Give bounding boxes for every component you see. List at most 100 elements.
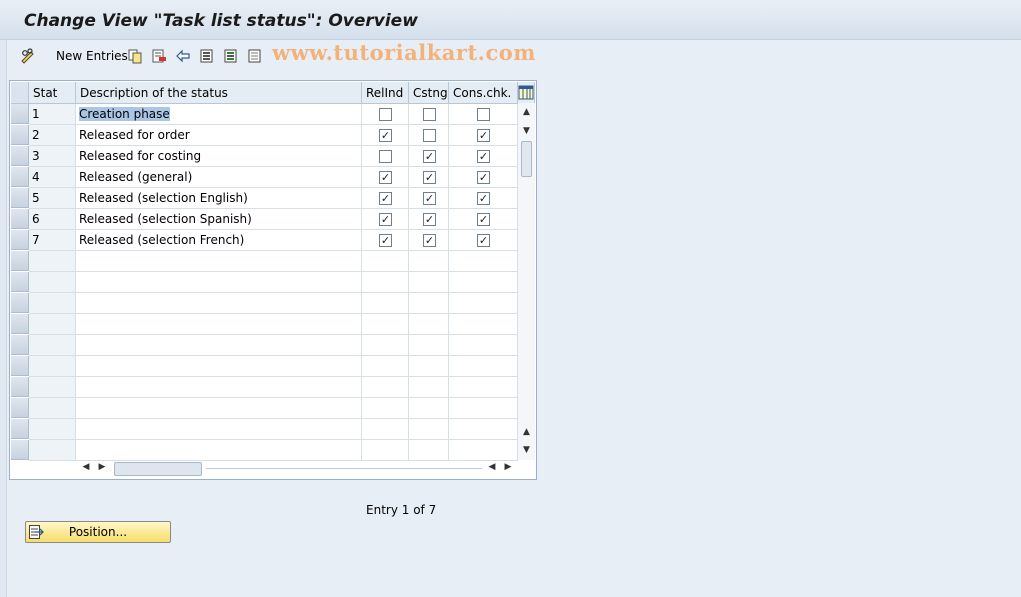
empty-cell — [76, 272, 362, 293]
cell-description[interactable]: Released for order — [76, 125, 362, 146]
position-button[interactable]: Position... — [25, 521, 171, 543]
scroll-up-bottom-icon[interactable]: ▲ — [518, 427, 535, 437]
conschk-checkbox[interactable]: ✓ — [477, 213, 490, 226]
relind-checkbox[interactable]: ✓ — [379, 171, 392, 184]
row-selector[interactable] — [11, 356, 29, 376]
column-header-relind[interactable]: RelInd — [362, 82, 409, 104]
description-text: Released (general) — [79, 170, 193, 184]
empty-cell — [449, 293, 518, 314]
row-selector[interactable] — [11, 209, 29, 229]
cstng-checkbox[interactable]: ✓ — [423, 171, 436, 184]
empty-cell — [29, 356, 76, 377]
row-selector[interactable] — [11, 188, 29, 208]
horizontal-scroll-thumb[interactable] — [114, 462, 202, 476]
new-entries-button[interactable]: New Entries — [56, 49, 128, 63]
empty-cell — [29, 251, 76, 272]
cstng-checkbox[interactable]: ✓ — [423, 234, 436, 247]
cell-stat: 3 — [29, 146, 76, 167]
cstng-checkbox[interactable]: ✓ — [423, 213, 436, 226]
empty-cell — [409, 251, 449, 272]
vertical-scroll-thumb[interactable] — [521, 141, 532, 177]
row-selector[interactable] — [11, 440, 29, 460]
row-selector[interactable] — [11, 125, 29, 145]
row-selector[interactable] — [11, 293, 29, 313]
conschk-checkbox[interactable]: ✓ — [477, 192, 490, 205]
page-title: Change View "Task list status": Overview — [24, 11, 418, 31]
scroll-right-icon[interactable]: ▶ — [96, 462, 108, 472]
empty-cell — [76, 335, 362, 356]
empty-cell — [449, 314, 518, 335]
column-header-stat[interactable]: Stat — [29, 82, 76, 104]
cstng-checkbox[interactable]: ✓ — [423, 150, 436, 163]
relind-checkbox[interactable]: ✓ — [379, 234, 392, 247]
conschk-checkbox[interactable]: ✓ — [477, 150, 490, 163]
conschk-checkbox[interactable] — [477, 108, 490, 121]
cell-stat: 2 — [29, 125, 76, 146]
conschk-checkbox[interactable]: ✓ — [477, 129, 490, 142]
cell-description[interactable]: Released for costing — [76, 146, 362, 167]
title-bar: Change View "Task list status": Overview — [0, 0, 1021, 40]
row-selector[interactable] — [11, 104, 29, 124]
cell-conschk — [449, 104, 518, 125]
relind-checkbox[interactable]: ✓ — [379, 192, 392, 205]
scroll-down-bottom-icon[interactable]: ▼ — [518, 445, 535, 455]
relind-checkbox[interactable] — [379, 150, 392, 163]
relind-checkbox[interactable]: ✓ — [379, 129, 392, 142]
empty-cell — [409, 419, 449, 440]
delete-icon[interactable] — [151, 48, 167, 64]
row-selector[interactable] — [11, 398, 29, 418]
conschk-checkbox[interactable]: ✓ — [477, 171, 490, 184]
column-header-conschk[interactable]: Cons.chk. — [449, 82, 518, 104]
relind-checkbox[interactable]: ✓ — [379, 213, 392, 226]
cell-description[interactable]: Creation phase — [76, 104, 362, 125]
pencil-glasses-icon[interactable] — [20, 48, 36, 64]
watermark: www.tutorialkart.com — [272, 40, 536, 65]
scroll-up-top-icon[interactable]: ▲ — [518, 107, 535, 117]
cell-cstng: ✓ — [409, 209, 449, 230]
column-header-cstng[interactable]: Cstng — [409, 82, 449, 104]
cstng-checkbox[interactable] — [423, 108, 436, 121]
empty-cell — [29, 272, 76, 293]
row-selector[interactable] — [11, 272, 29, 292]
scroll-left-end-icon[interactable]: ◀ — [486, 462, 498, 472]
cell-description[interactable]: Released (general) — [76, 167, 362, 188]
row-selector[interactable] — [11, 419, 29, 439]
undo-icon[interactable] — [175, 48, 191, 64]
left-edge — [0, 40, 7, 597]
empty-cell — [362, 398, 409, 419]
select-all-rows-button[interactable] — [11, 82, 29, 104]
cell-description[interactable]: Released (selection French) — [76, 230, 362, 251]
cell-conschk: ✓ — [449, 209, 518, 230]
select-all-icon[interactable] — [199, 48, 215, 64]
relind-checkbox[interactable] — [379, 108, 392, 121]
scroll-down-top-icon[interactable]: ▼ — [518, 126, 535, 136]
cell-relind: ✓ — [362, 167, 409, 188]
conschk-checkbox[interactable]: ✓ — [477, 234, 490, 247]
cell-description[interactable]: Released (selection Spanish) — [76, 209, 362, 230]
row-selector[interactable] — [11, 314, 29, 334]
row-selector[interactable] — [11, 335, 29, 355]
row-selector[interactable] — [11, 146, 29, 166]
cell-stat: 4 — [29, 167, 76, 188]
cell-relind: ✓ — [362, 188, 409, 209]
empty-cell — [362, 419, 409, 440]
table-settings-button[interactable] — [518, 82, 535, 104]
scroll-left-icon[interactable]: ◀ — [80, 462, 92, 472]
vertical-scrollbar[interactable]: ▲ ▼ ▲ ▼ — [518, 103, 535, 460]
deselect-all-icon[interactable] — [247, 48, 263, 64]
cell-conschk: ✓ — [449, 230, 518, 251]
cstng-checkbox[interactable] — [423, 129, 436, 142]
select-block-icon[interactable] — [223, 48, 239, 64]
row-selector[interactable] — [11, 377, 29, 397]
column-header-description[interactable]: Description of the status — [76, 82, 362, 104]
cstng-checkbox[interactable]: ✓ — [423, 192, 436, 205]
row-selector[interactable] — [11, 251, 29, 271]
empty-cell — [449, 440, 518, 461]
horizontal-scrollbar[interactable]: ◀ ▶ ◀ ▶ — [76, 460, 518, 478]
row-selector[interactable] — [11, 230, 29, 250]
row-selector[interactable] — [11, 167, 29, 187]
scroll-right-end-icon[interactable]: ▶ — [502, 462, 514, 472]
copy-icon[interactable] — [127, 48, 143, 64]
cell-description[interactable]: Released (selection English) — [76, 188, 362, 209]
empty-cell — [362, 440, 409, 461]
